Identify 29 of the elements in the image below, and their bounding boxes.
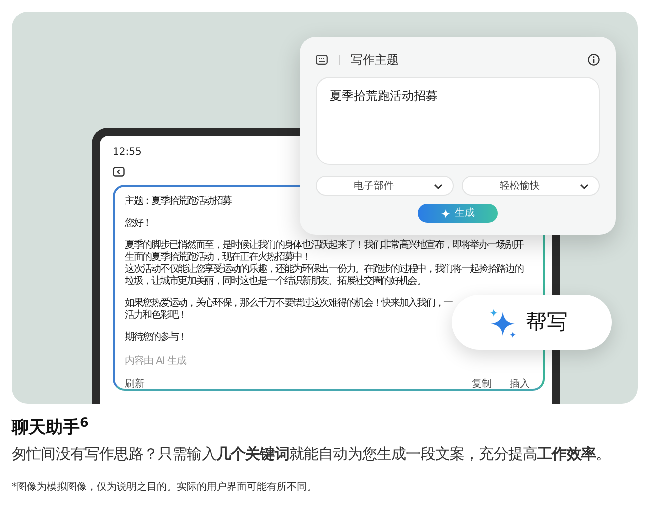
feature-description: 匆忙间没有写作思路？只需输入几个关键词就能自动为您生成一段文案，充分提高工作效率。: [12, 444, 612, 465]
email-text-line: 生面的夏季拾荒跑活动，现在正在火热招募中！: [125, 252, 311, 264]
sparkle-icon: [441, 208, 451, 218]
feature-title: 聊天助手$^{6}$: [12, 417, 90, 439]
info-icon[interactable]: [588, 54, 600, 66]
email-text-line: 活力和色彩吧！: [125, 310, 187, 322]
popup-title: 写作主题: [351, 52, 399, 69]
email-text-line: 夏季的脚步已悄然而至，是时候让我们的身体也活跃起来了！我们非常高兴地宣布，即将举办一场别开: [125, 240, 524, 252]
email-text-line: 这次活动不仅能让您享受运动的乐趣，还能为环保出一份力。在跑步的过程中，我们将一起捡拾路边的: [125, 264, 524, 276]
email-text-line: 垃圾，让城市更加美丽，同时这也是一个结识新朋友、拓展社交圈的好机会。: [125, 276, 426, 288]
back-icon[interactable]: [113, 167, 125, 177]
chevron-down-icon: [580, 184, 589, 190]
email-action-link[interactable]: 刷新: [125, 379, 145, 391]
dropdown-select[interactable]: 轻松愉快: [462, 176, 600, 196]
chevron-down-icon: [434, 184, 443, 190]
email-text-line: 您好！: [125, 218, 152, 230]
email-action-link[interactable]: 复制: [472, 379, 492, 391]
email-subject: 主题：夏季拾荒跑活动招募: [125, 196, 233, 208]
help-write-button[interactable]: 帮写: [452, 295, 612, 350]
disclaimer-note: *图像为模拟图像，仅为说明之目的。实际的用户界面可能有所不同。: [12, 480, 318, 494]
ai-generated-note: 内容由 AI 生成: [125, 354, 188, 369]
email-text-line: 期待您的参与！: [125, 332, 187, 344]
topic-input[interactable]: 夏季拾荒跑活动招募: [316, 77, 600, 165]
keyboard-icon[interactable]: [316, 55, 328, 65]
email-text-line: 如果您热爱运动，关心环保，那么千万不要错过这次难得的机会！快来加入我们，一: [125, 298, 452, 310]
sparkles-icon: [488, 308, 518, 338]
email-action-link[interactable]: 插入: [510, 379, 530, 391]
dropdown-select[interactable]: 电子部件: [316, 176, 454, 196]
status-time: 12:55: [113, 147, 143, 159]
